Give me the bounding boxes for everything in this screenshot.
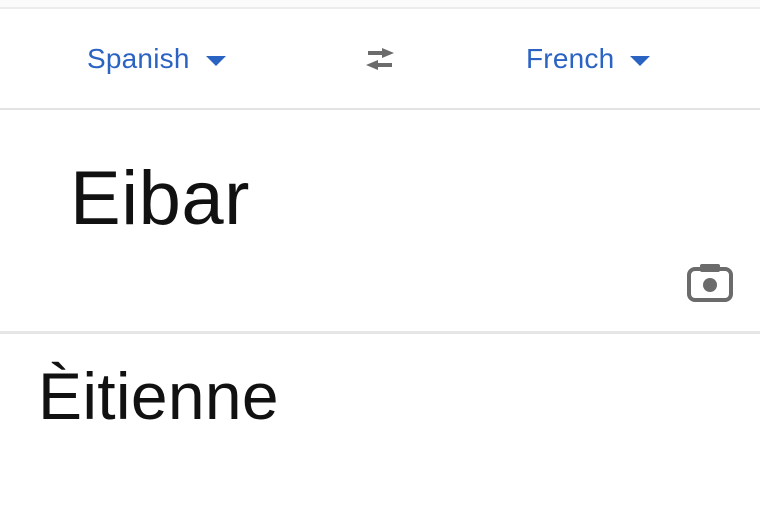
language-bar: Spanish French: [0, 9, 760, 110]
caret-down-icon: [630, 56, 651, 66]
target-language-label: French: [526, 43, 615, 74]
source-input-area[interactable]: Eibar: [0, 110, 760, 334]
source-language-selector[interactable]: Spanish: [87, 39, 226, 79]
source-language-label: Spanish: [87, 43, 190, 74]
caret-down-icon: [205, 56, 226, 66]
swap-languages-button[interactable]: [356, 39, 404, 79]
camera-button[interactable]: [686, 260, 734, 304]
source-text[interactable]: Eibar: [70, 155, 250, 242]
translation-result: Èitienne: [38, 359, 279, 433]
target-language-selector[interactable]: French: [526, 39, 651, 79]
camera-icon: [687, 264, 733, 302]
swap-arrows-icon: [366, 48, 394, 70]
top-divider: [0, 0, 760, 9]
